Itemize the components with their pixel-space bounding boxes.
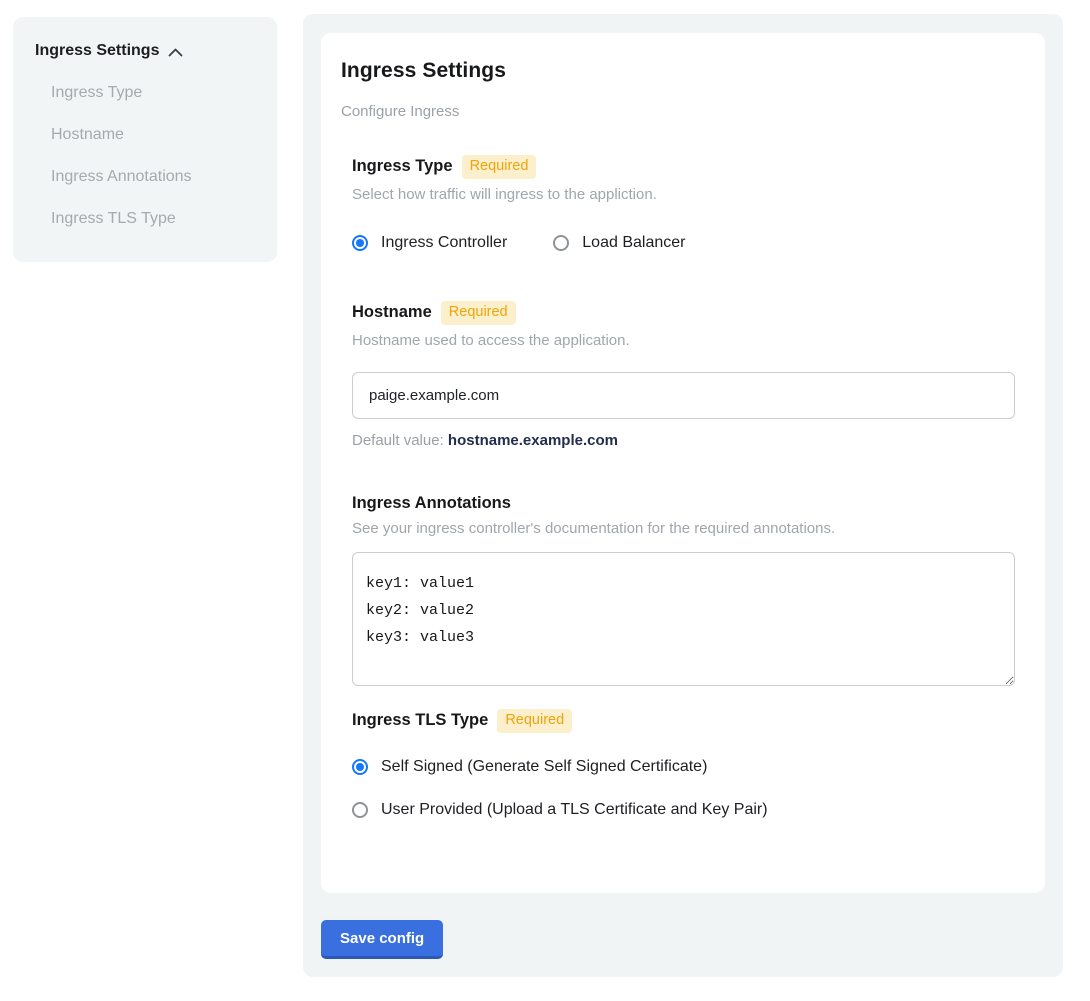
sidebar-item-ingress-annotations[interactable]: Ingress Annotations (35, 168, 259, 186)
field-label-row: Ingress Type Required (352, 155, 1015, 179)
save-config-button[interactable]: Save config (321, 920, 443, 959)
field-help-hostname: Hostname used to access the application. (352, 332, 1015, 349)
radio-selected-icon[interactable] (352, 235, 368, 251)
required-badge: Required (441, 301, 516, 325)
field-help-ingress-annotations: See your ingress controller's documentat… (352, 520, 1015, 537)
field-ingress-tls-type: Ingress TLS Type Required Self Signed (G… (352, 709, 1015, 819)
default-value-prefix: Default value: (352, 432, 444, 449)
field-label-hostname: Hostname (352, 303, 432, 322)
radio-unselected-icon[interactable] (352, 802, 368, 818)
radio-option-load-balancer[interactable]: Load Balancer (553, 234, 685, 252)
hostname-default-value: Default value: hostname.example.com (352, 432, 1015, 449)
field-ingress-type: Ingress Type Required Select how traffic… (352, 155, 1015, 252)
radio-selected-icon[interactable] (352, 759, 368, 775)
field-label-ingress-tls-type: Ingress TLS Type (352, 711, 488, 730)
ingress-annotations-textarea[interactable]: key1: value1 key2: value2 key3: value3 (352, 552, 1015, 686)
radio-label: Self Signed (Generate Self Signed Certif… (381, 758, 707, 776)
ingress-type-radio-group: Ingress Controller Load Balancer (352, 234, 1015, 252)
field-ingress-annotations: Ingress Annotations See your ingress con… (352, 494, 1015, 686)
required-badge: Required (462, 155, 537, 179)
sidebar-group-ingress-settings[interactable]: Ingress Settings (35, 42, 259, 60)
radio-option-self-signed[interactable]: Self Signed (Generate Self Signed Certif… (352, 758, 1015, 776)
field-label-row: Hostname Required (352, 301, 1015, 325)
radio-option-ingress-controller[interactable]: Ingress Controller (352, 234, 507, 252)
field-help-ingress-type: Select how traffic will ingress to the a… (352, 186, 1015, 203)
sidebar-item-ingress-tls-type[interactable]: Ingress TLS Type (35, 210, 259, 228)
hostname-input[interactable] (352, 372, 1015, 419)
ingress-settings-card: Ingress Settings Configure Ingress Ingre… (321, 33, 1045, 893)
radio-option-user-provided[interactable]: User Provided (Upload a TLS Certificate … (352, 801, 1015, 819)
default-value-text: hostname.example.com (448, 432, 618, 449)
config-panel: Ingress Settings Configure Ingress Ingre… (303, 14, 1063, 977)
field-label-ingress-annotations: Ingress Annotations (352, 494, 511, 513)
page-subtitle: Configure Ingress (341, 103, 1015, 120)
sidebar-nav-list: Ingress Type Hostname Ingress Annotation… (35, 84, 259, 228)
settings-sidebar: Ingress Settings Ingress Type Hostname I… (13, 17, 277, 262)
tls-type-radio-group: Self Signed (Generate Self Signed Certif… (352, 758, 1015, 819)
form-fields: Ingress Type Required Select how traffic… (352, 155, 1015, 819)
sidebar-item-ingress-type[interactable]: Ingress Type (35, 84, 259, 102)
required-badge: Required (497, 709, 572, 733)
radio-label: User Provided (Upload a TLS Certificate … (381, 801, 768, 819)
radio-label: Load Balancer (582, 234, 685, 252)
field-label-row: Ingress TLS Type Required (352, 709, 1015, 733)
page-title: Ingress Settings (341, 59, 1015, 83)
field-label-row: Ingress Annotations (352, 494, 1015, 513)
field-hostname: Hostname Required Hostname used to acces… (352, 301, 1015, 449)
chevron-up-icon (168, 48, 183, 57)
radio-label: Ingress Controller (381, 234, 507, 252)
sidebar-item-hostname[interactable]: Hostname (35, 126, 259, 144)
field-label-ingress-type: Ingress Type (352, 157, 453, 176)
radio-unselected-icon[interactable] (553, 235, 569, 251)
sidebar-group-label: Ingress Settings (35, 42, 159, 60)
